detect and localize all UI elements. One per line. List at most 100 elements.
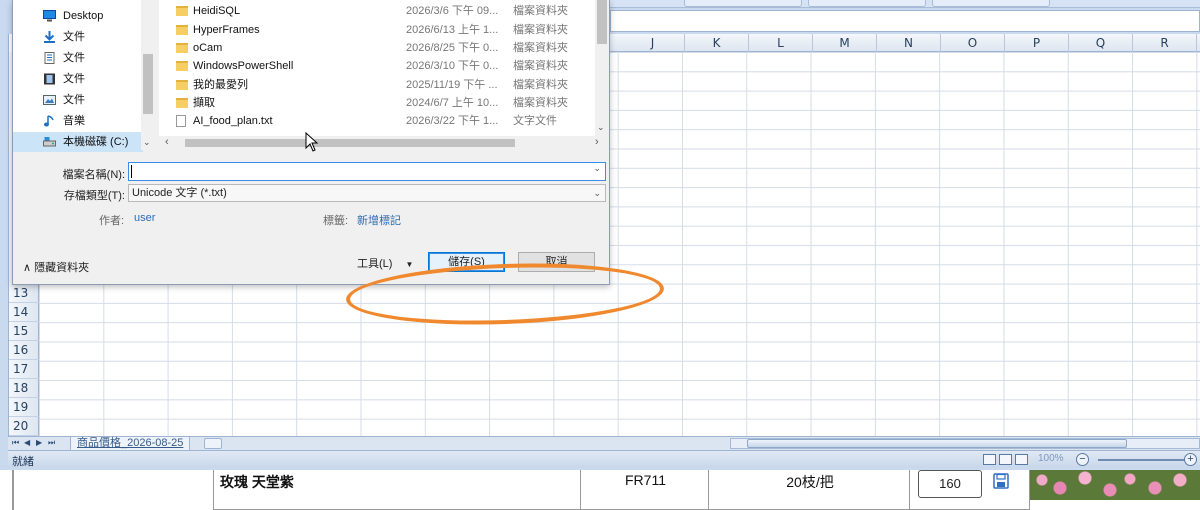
formula-bar[interactable]: [610, 10, 1200, 32]
column-r[interactable]: R: [1133, 34, 1197, 52]
file-date: 2026/8/25 下午 0...: [406, 42, 499, 54]
nav-item-videos[interactable]: 文件: [13, 69, 143, 89]
row-19[interactable]: 19: [9, 398, 39, 417]
file-name: oCam: [193, 42, 223, 54]
column-q[interactable]: Q: [1069, 34, 1133, 52]
filetype-value: Unicode 文字 (*.txt): [132, 187, 227, 199]
scroll-thumb[interactable]: [143, 54, 153, 114]
nav-item-downloads[interactable]: 文件: [13, 27, 143, 47]
nav-item-label: 文件: [63, 73, 85, 85]
product-image: [1030, 470, 1200, 500]
nav-item-desktop[interactable]: Desktop: [13, 6, 143, 26]
page-break-view-icon[interactable]: [1015, 454, 1028, 465]
nav-item-music[interactable]: 音樂: [13, 111, 143, 131]
filetype-select[interactable]: Unicode 文字 (*.txt) ⌄: [128, 184, 606, 202]
file-name: 擷取: [193, 97, 215, 109]
ribbon-button[interactable]: [684, 0, 802, 7]
list-item[interactable]: 我的最愛列 2025/11/19 下午 ... 檔案資料夾: [159, 76, 595, 94]
sheet-tab-bar: ⏮ ◀ ▶ ⏭ 商品價格_2026-08-25: [8, 436, 1200, 451]
file-type: 文字文件: [513, 115, 557, 127]
column-o[interactable]: O: [941, 34, 1005, 52]
hide-folders-label: 隱藏資料夾: [34, 262, 90, 274]
list-item[interactable]: 擷取 2024/6/7 上午 10... 檔案資料夾: [159, 94, 595, 112]
chevron-down-icon[interactable]: ⌄: [597, 122, 605, 133]
insert-sheet-button[interactable]: [204, 438, 222, 449]
prev-sheet-icon[interactable]: ◀: [24, 438, 30, 447]
list-item[interactable]: HyperFrames 2026/6/13 上午 1... 檔案資料夾: [159, 21, 595, 39]
column-l[interactable]: L: [749, 34, 813, 52]
scroll-thumb[interactable]: [185, 139, 515, 147]
file-list-horizontal-scrollbar[interactable]: ‹ ›: [159, 136, 609, 150]
dropdown-arrow-icon: ▼: [405, 260, 414, 269]
chevron-down-icon[interactable]: ⌄: [593, 163, 601, 174]
row-16[interactable]: 16: [9, 341, 39, 360]
zoom-slider[interactable]: [1098, 459, 1188, 461]
column-m[interactable]: M: [813, 34, 877, 52]
navigation-pane: Desktop 文件 文件 文件 文件 音樂 本機磁碟 (C:) ⌄: [13, 0, 155, 152]
file-type: 檔案資料夾: [513, 79, 568, 91]
table-border: [12, 470, 14, 510]
product-code: FR711: [625, 472, 666, 488]
row-13[interactable]: 13: [9, 284, 39, 303]
nav-item-local-disk[interactable]: 本機磁碟 (C:): [13, 132, 143, 152]
file-date: 2026/3/10 下午 0...: [406, 60, 499, 72]
row-17[interactable]: 17: [9, 360, 39, 379]
nav-item-documents[interactable]: 文件: [13, 48, 143, 68]
save-icon[interactable]: [993, 473, 1009, 489]
list-item[interactable]: AI_food_plan.txt 2026/3/22 下午 1... 文字文件: [159, 112, 595, 130]
chevron-up-icon: ∧: [23, 262, 32, 274]
tags-value[interactable]: 新增標記: [357, 212, 401, 228]
download-icon: [44, 31, 55, 43]
column-k[interactable]: K: [685, 34, 749, 52]
nav-scrollbar[interactable]: [141, 0, 155, 150]
normal-view-icon[interactable]: [983, 454, 996, 465]
nav-item-pictures[interactable]: 文件: [13, 90, 143, 110]
zoom-level[interactable]: 100%: [1038, 453, 1064, 464]
list-item[interactable]: oCam 2026/8/25 下午 0... 檔案資料夾: [159, 39, 595, 57]
file-date: 2025/11/19 下午 ...: [406, 79, 498, 91]
product-table: 玫瑰 天堂紫 FR711 20枝/把 160: [0, 470, 1200, 510]
file-list: HeidiSQL 2026/3/6 下午 09... 檔案資料夾 HyperFr…: [159, 0, 609, 150]
chevron-down-icon[interactable]: ⌄: [143, 137, 151, 148]
file-date: 2026/3/6 下午 09...: [406, 5, 499, 17]
horizontal-scrollbar[interactable]: [730, 438, 1200, 449]
tools-menu-button[interactable]: 工具(L) ▼: [357, 255, 413, 271]
scroll-thumb[interactable]: [747, 439, 1127, 448]
file-date: 2026/3/22 下午 1...: [406, 115, 499, 127]
file-list-vertical-scrollbar[interactable]: [595, 0, 609, 136]
ribbon-button[interactable]: [932, 0, 1050, 7]
nav-item-label: 文件: [63, 94, 85, 106]
tags-label: 標籤:: [323, 215, 349, 227]
sheet-tab[interactable]: 商品價格_2026-08-25: [70, 437, 191, 451]
column-p[interactable]: P: [1005, 34, 1069, 52]
next-sheet-icon[interactable]: ▶: [36, 438, 42, 447]
zoom-in-icon[interactable]: +: [1184, 453, 1197, 466]
list-item[interactable]: WindowsPowerShell 2026/3/10 下午 0... 檔案資料…: [159, 57, 595, 75]
zoom-out-icon[interactable]: −: [1076, 453, 1089, 466]
nav-item-label: Desktop: [63, 10, 104, 22]
hide-folders-toggle[interactable]: ∧ 隱藏資料夾: [23, 259, 89, 275]
file-name: 我的最愛列: [193, 79, 248, 91]
quantity-input[interactable]: 160: [918, 470, 982, 498]
scroll-thumb[interactable]: [597, 0, 607, 44]
row-20[interactable]: 20: [9, 417, 39, 436]
status-bar: 就緒 100% − +: [8, 450, 1200, 468]
row-15[interactable]: 15: [9, 322, 39, 341]
column-j[interactable]: J: [621, 34, 685, 52]
file-type: 檔案資料夾: [513, 60, 568, 72]
filename-field[interactable]: ⌄: [128, 162, 606, 181]
ribbon-button[interactable]: [808, 0, 926, 7]
author-value[interactable]: user: [134, 212, 155, 224]
nav-item-label: 音樂: [63, 115, 85, 127]
chevron-right-icon[interactable]: ›: [595, 136, 599, 148]
list-item[interactable]: HeidiSQL 2026/3/6 下午 09... 檔案資料夾: [159, 2, 595, 20]
last-sheet-icon[interactable]: ⏭: [48, 438, 55, 448]
first-sheet-icon[interactable]: ⏮: [12, 438, 19, 448]
page-layout-view-icon[interactable]: [999, 454, 1012, 465]
status-text: 就緒: [12, 456, 34, 468]
row-14[interactable]: 14: [9, 303, 39, 322]
row-18[interactable]: 18: [9, 379, 39, 398]
file-type: 檔案資料夾: [513, 24, 568, 36]
column-n[interactable]: N: [877, 34, 941, 52]
chevron-left-icon[interactable]: ‹: [165, 136, 169, 148]
